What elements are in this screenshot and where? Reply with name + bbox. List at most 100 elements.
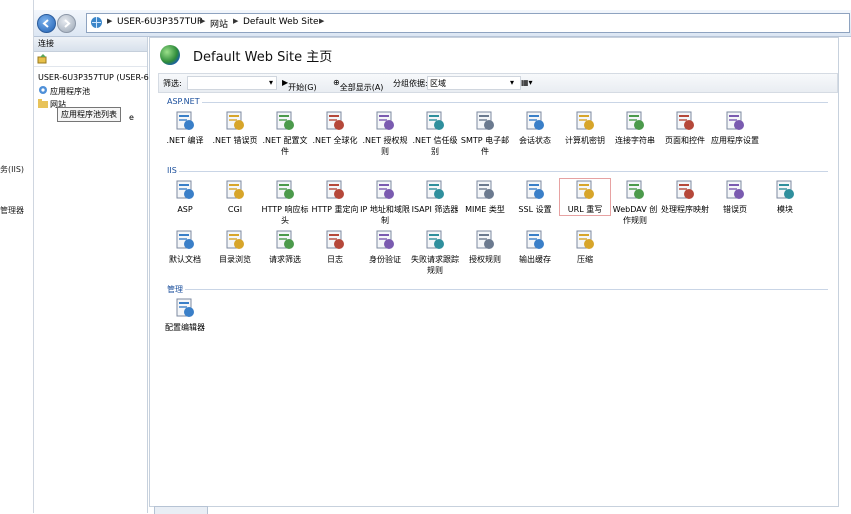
feature-item[interactable]: .NET 配置文件 (260, 110, 310, 157)
compile-icon (174, 110, 196, 132)
connections-pane: 连接 USER-6U3P357TUP (USER-6 应用程序池 网站 e 应用… (34, 37, 149, 513)
feature-item[interactable]: .NET 信任级别 (410, 110, 460, 157)
outer-cut-label: 管理器 (0, 206, 24, 215)
tree-app-pools[interactable]: 应用程序池 (50, 86, 90, 97)
feature-item[interactable]: HTTP 重定向 (310, 179, 360, 215)
group-label: 分组依据: (393, 79, 428, 88)
feature-item[interactable]: CGI (210, 179, 260, 215)
feature-label: 授权规则 (469, 255, 501, 264)
feature-item[interactable]: 日志 (310, 229, 360, 265)
cgi-icon (224, 179, 246, 201)
view-toggle-icon[interactable]: ▦▾ (521, 78, 533, 87)
feature-item[interactable]: 连接字符串 (610, 110, 660, 146)
tree-site-cut[interactable]: e (129, 113, 134, 122)
compression-icon (574, 229, 596, 251)
profile-icon (274, 110, 296, 132)
feature-item[interactable]: 页面和控件 (660, 110, 710, 146)
filter-dropdown-icon[interactable]: ▾ (269, 78, 273, 87)
feature-item[interactable]: .NET 错误页 (210, 110, 260, 146)
outer-cut-label: 务(IIS) (0, 165, 25, 174)
feature-label: .NET 全球化 (312, 136, 358, 145)
section-management: 管理 (167, 285, 183, 294)
tree-server-node[interactable]: USER-6U3P357TUP (USER-6 (38, 73, 149, 82)
forward-button[interactable] (57, 14, 76, 33)
feature-label: 身份验证 (369, 255, 401, 264)
feature-item[interactable]: 会话状态 (510, 110, 560, 146)
feature-item[interactable]: 授权规则 (460, 229, 510, 265)
ssl-lock-icon (524, 179, 546, 201)
feature-label: WebDAV 创作规则 (612, 205, 658, 225)
feature-item[interactable]: HTTP 响应标头 (260, 179, 310, 226)
ip-restrict-icon (374, 179, 396, 201)
connections-toolbar (34, 52, 147, 67)
start-label: 开始(G) (288, 83, 317, 92)
feature-item[interactable]: 应用程序设置 (710, 110, 760, 146)
folder-icon (38, 99, 48, 108)
feature-label: 应用程序设置 (711, 136, 759, 145)
feature-item[interactable]: .NET 全球化 (310, 110, 360, 146)
start-button[interactable]: ▶ 开始(G) (282, 78, 317, 92)
feature-item[interactable]: 错误页 (710, 179, 760, 215)
modules-icon (774, 179, 796, 201)
feature-item[interactable]: 默认文档 (160, 229, 210, 265)
feature-item[interactable]: 模块 (760, 179, 810, 215)
feature-item[interactable]: URL 重写 (559, 178, 611, 216)
filter-bar: 筛选: ▾ ▶ 开始(G) ⊕ 全部显示(A) 分组依据: 区域 ▾ ▦▾ (158, 73, 838, 93)
feature-label: MIME 类型 (465, 205, 505, 214)
section-aspnet: ASP.NET (167, 97, 200, 106)
globe-icon (324, 110, 346, 132)
feature-item[interactable]: 身份验证 (360, 229, 410, 265)
feature-item[interactable]: SSL 设置 (510, 179, 560, 215)
feature-item[interactable]: SMTP 电子邮件 (460, 110, 510, 157)
page-title: Default Web Site 主页 (193, 50, 333, 65)
show-all-label: 全部显示(A) (339, 83, 384, 92)
feature-label: IP 地址和域限制 (360, 205, 410, 225)
isapi-icon (424, 179, 446, 201)
filter-input[interactable] (187, 76, 277, 90)
authorization-icon (374, 110, 396, 132)
feature-label: 计算机密钥 (565, 136, 605, 145)
auth-icon (374, 229, 396, 251)
forward-arrow-icon (64, 19, 71, 28)
feature-item[interactable]: ASP (160, 179, 210, 215)
feature-item[interactable]: IP 地址和域限制 (360, 179, 410, 226)
redirect-icon (324, 179, 346, 201)
feature-item[interactable]: .NET 编译 (160, 110, 210, 146)
feature-label: .NET 信任级别 (412, 136, 458, 156)
feature-item[interactable]: 配置编辑器 (160, 297, 210, 333)
connect-icon[interactable] (37, 54, 48, 64)
breadcrumb-sites[interactable]: 网站 (210, 17, 228, 30)
feature-item[interactable]: 目录浏览 (210, 229, 260, 265)
app-pool-icon (39, 86, 47, 94)
address-path[interactable]: ▶ USER-6U3P357TUP ▶ 网站 ▶ Default Web Sit… (86, 13, 850, 33)
back-button[interactable] (37, 14, 56, 33)
feature-item[interactable]: ISAPI 筛选器 (410, 179, 460, 215)
feature-label: CGI (227, 205, 243, 214)
group-select[interactable]: 区域 ▾ (427, 76, 521, 90)
site-globe-icon (160, 45, 180, 65)
feature-label: ISAPI 筛选器 (411, 205, 459, 214)
feature-item[interactable]: 请求筛选 (260, 229, 310, 265)
machine-key-icon (574, 110, 596, 132)
feature-label: 默认文档 (169, 255, 201, 264)
feature-item[interactable]: MIME 类型 (460, 179, 510, 215)
breadcrumb-site[interactable]: Default Web Site (243, 17, 319, 27)
show-all-button[interactable]: ⊕ 全部显示(A) (333, 78, 383, 92)
logging-icon (324, 229, 346, 251)
failed-request-icon (424, 229, 446, 251)
breadcrumb-server[interactable]: USER-6U3P357TUP (117, 17, 202, 27)
feature-item[interactable]: 处理程序映射 (660, 179, 710, 215)
pages-icon (674, 110, 696, 132)
feature-item[interactable]: WebDAV 创作规则 (610, 179, 660, 226)
feature-item[interactable]: 输出缓存 (510, 229, 560, 265)
asp-icon (174, 179, 196, 201)
feature-label: URL 重写 (567, 205, 603, 214)
url-rewrite-icon (574, 179, 596, 201)
feature-item[interactable]: 计算机密钥 (560, 110, 610, 146)
feature-item[interactable]: 压缩 (560, 229, 610, 265)
feature-item[interactable]: .NET 授权规则 (360, 110, 410, 157)
feature-label: 模块 (777, 205, 793, 214)
feature-label: .NET 配置文件 (262, 136, 308, 156)
address-bar: ▶ USER-6U3P357TUP ▶ 网站 ▶ Default Web Sit… (34, 10, 851, 37)
feature-item[interactable]: 失败请求跟踪规则 (410, 229, 460, 276)
